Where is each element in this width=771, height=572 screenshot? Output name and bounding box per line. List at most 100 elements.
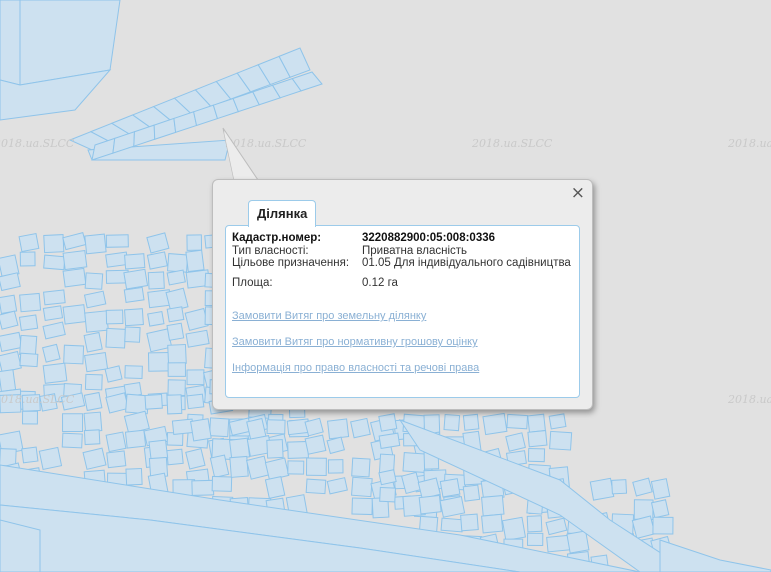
parcel-shape[interactable] <box>84 233 107 255</box>
parcel-shape[interactable] <box>527 447 546 463</box>
parcel-shape[interactable] <box>266 419 286 435</box>
parcel-shape[interactable] <box>167 344 187 365</box>
parcel-shape[interactable] <box>505 432 526 452</box>
parcel-shape[interactable] <box>184 307 209 331</box>
parcel-shape[interactable] <box>123 410 150 435</box>
parcel-shape[interactable] <box>105 234 129 248</box>
parcel-shape[interactable] <box>38 446 63 471</box>
parcel-shape[interactable] <box>166 394 183 415</box>
parcel-shape[interactable] <box>42 321 66 340</box>
parcel-shape[interactable] <box>0 350 22 374</box>
parcel-shape[interactable] <box>83 429 101 446</box>
parcel-shape[interactable] <box>460 513 479 532</box>
parcel-shape[interactable] <box>462 413 480 431</box>
parcel-shape[interactable] <box>378 413 398 432</box>
parcel-shape[interactable] <box>287 440 309 459</box>
parcel-shape[interactable] <box>19 352 39 368</box>
parcel-shape[interactable] <box>549 430 573 451</box>
parcel-shape[interactable] <box>124 365 143 379</box>
parcel-shape[interactable] <box>42 343 61 363</box>
parcel-shape[interactable] <box>589 477 615 501</box>
parcel-shape[interactable] <box>632 477 653 497</box>
parcel-shape[interactable] <box>0 369 17 393</box>
parcel-shape[interactable] <box>264 457 290 481</box>
parcel-shape[interactable] <box>548 413 567 430</box>
parcel-shape[interactable] <box>104 365 123 383</box>
parcel-shape[interactable] <box>124 308 144 327</box>
parcel-shape[interactable] <box>43 234 65 254</box>
parcel-shape[interactable] <box>0 448 17 467</box>
parcel-shape[interactable] <box>186 234 203 251</box>
parcel-shape[interactable] <box>526 532 544 547</box>
parcel-shape[interactable] <box>185 249 205 273</box>
parcel-shape[interactable] <box>83 290 107 309</box>
parcel-shape[interactable] <box>83 411 103 433</box>
parcel-shape[interactable] <box>506 413 529 430</box>
parcel-shape[interactable] <box>62 267 87 288</box>
parcel-shape[interactable] <box>351 457 371 478</box>
parcel-shape[interactable] <box>42 305 64 322</box>
parcel-shape[interactable] <box>166 322 185 341</box>
parcel-shape[interactable] <box>105 309 124 325</box>
parcel-shape[interactable] <box>106 450 127 469</box>
parcel-shape[interactable] <box>186 393 205 410</box>
parcel-shape[interactable] <box>439 495 466 518</box>
parcel-shape[interactable] <box>545 517 568 536</box>
parcel-shape[interactable] <box>481 495 505 517</box>
parcel-shape[interactable] <box>190 418 212 442</box>
parcel-shape[interactable] <box>21 446 39 464</box>
parcel-shape[interactable] <box>123 286 145 304</box>
parcel-shape[interactable] <box>19 334 38 357</box>
parcel-shape[interactable] <box>61 432 83 449</box>
parcel-shape[interactable] <box>147 310 165 327</box>
parcel-shape[interactable] <box>326 418 350 440</box>
parcel-shape[interactable] <box>439 478 461 498</box>
parcel-shape[interactable] <box>418 494 442 515</box>
parcel-shape[interactable] <box>82 447 107 470</box>
parcel-shape[interactable] <box>305 478 327 495</box>
parcel-shape[interactable] <box>123 268 149 290</box>
parcel-shape[interactable] <box>327 459 344 474</box>
parcel-shape[interactable] <box>208 417 230 438</box>
parcel-shape[interactable] <box>481 513 504 534</box>
order-land-extract-link[interactable]: Замовити Витяг про земельну ділянку <box>232 310 479 322</box>
parcel-shape[interactable] <box>304 434 327 455</box>
parcel-shape[interactable] <box>42 362 68 384</box>
parcel-shape[interactable] <box>105 431 127 453</box>
parcel-shape[interactable] <box>19 292 42 313</box>
parcel-shape[interactable] <box>167 362 186 377</box>
parcel-shape[interactable] <box>305 457 327 476</box>
parcel-shape[interactable] <box>326 477 348 495</box>
parcel-shape[interactable] <box>84 373 103 391</box>
order-valuation-extract-link[interactable]: Замовити Витяг про нормативну грошову оц… <box>232 336 479 348</box>
parcel-shape[interactable] <box>146 251 168 270</box>
parcel-shape[interactable] <box>84 272 104 290</box>
parcel-shape[interactable] <box>191 479 215 496</box>
parcel-shape[interactable] <box>378 432 401 450</box>
parcel-shape[interactable] <box>229 455 249 478</box>
parcel-shape[interactable] <box>611 479 628 495</box>
tab-parcel[interactable]: Ділянка <box>248 200 317 227</box>
parcel-shape[interactable] <box>83 331 103 353</box>
parcel-shape[interactable] <box>245 455 270 480</box>
parcel-shape[interactable] <box>650 499 670 519</box>
parcel-shape[interactable] <box>379 486 396 503</box>
parcel-shape[interactable] <box>264 476 286 499</box>
parcel-shape[interactable] <box>167 379 186 396</box>
parcel-shape[interactable] <box>185 329 210 348</box>
parcel-shape[interactable] <box>166 253 189 273</box>
parcel-shape[interactable] <box>652 516 674 535</box>
parcel-shape[interactable] <box>631 515 656 539</box>
parcel-shape[interactable] <box>350 417 371 439</box>
parcel-shape[interactable] <box>19 251 36 267</box>
parcel-shape[interactable] <box>43 289 66 306</box>
parcel-shape[interactable] <box>18 232 40 253</box>
parcel-shape[interactable] <box>527 413 546 433</box>
parcel-shape[interactable] <box>526 515 543 533</box>
parcel-shape[interactable] <box>287 460 305 475</box>
parcel-shape[interactable] <box>304 417 324 437</box>
parcel-shape[interactable] <box>211 475 233 492</box>
parcel-shape[interactable] <box>124 326 141 343</box>
parcel-shape[interactable] <box>402 452 427 473</box>
close-icon[interactable]: × <box>571 183 585 203</box>
